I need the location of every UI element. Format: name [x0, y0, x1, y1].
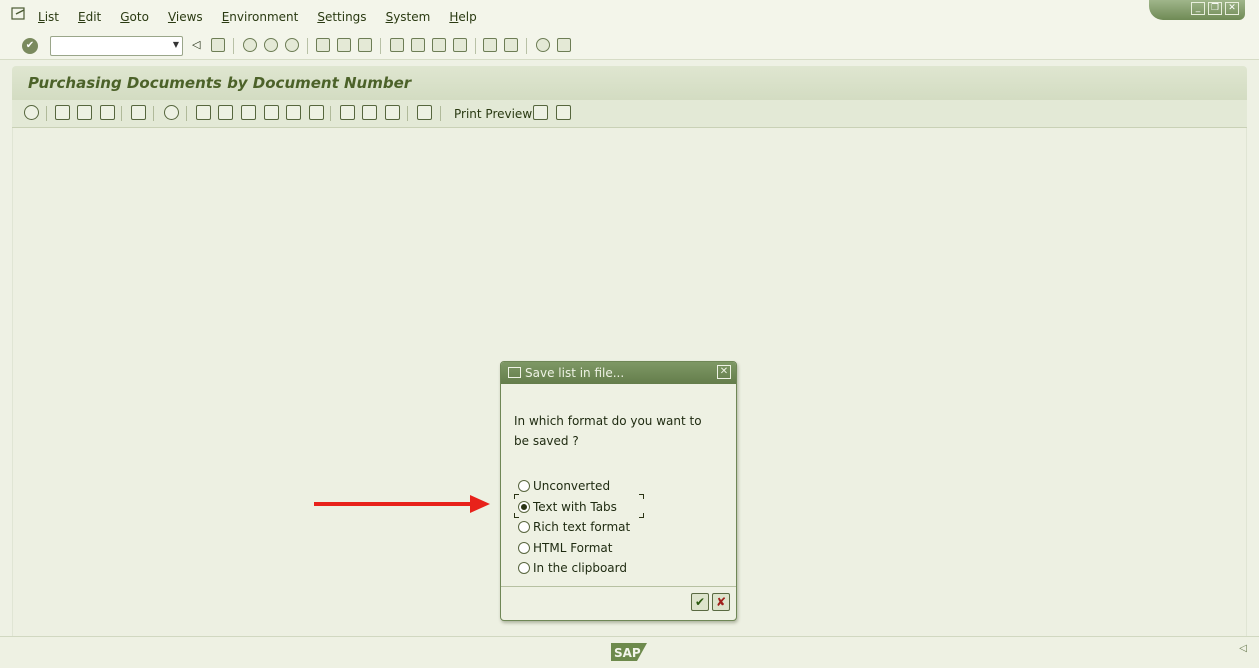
- radio-option-text-with-tabs[interactable]: Text with Tabs: [518, 497, 630, 518]
- layout-menu-icon[interactable]: [557, 38, 571, 52]
- page-title: Purchasing Documents by Document Number: [28, 74, 412, 92]
- sort-ascending-icon[interactable]: [55, 105, 70, 120]
- find-icon[interactable]: [337, 38, 351, 52]
- chevron-down-icon[interactable]: ▼: [173, 40, 179, 49]
- window-controls: _ ❐ ✕: [1149, 0, 1245, 20]
- dialog-window-icon: [508, 367, 521, 378]
- previous-page-icon[interactable]: [411, 38, 425, 52]
- radio-button[interactable]: [518, 541, 530, 554]
- minimize-icon[interactable]: _: [1191, 2, 1205, 15]
- radio-label[interactable]: Unconverted: [533, 479, 610, 493]
- radio-button[interactable]: [518, 562, 530, 575]
- system-menu-icon[interactable]: [11, 7, 27, 21]
- toolbar-separator: [475, 38, 476, 54]
- radio-label[interactable]: HTML Format: [533, 541, 613, 555]
- toolbar-separator: [440, 106, 441, 121]
- restore-icon[interactable]: ❐: [1208, 2, 1222, 15]
- radio-label[interactable]: Text with Tabs: [533, 500, 617, 514]
- menu-views[interactable]: Views: [168, 10, 203, 24]
- menu-items: List Edit Goto Views Environment Setting…: [38, 10, 496, 24]
- find-next-icon[interactable]: [358, 38, 372, 52]
- word-processing-icon[interactable]: [264, 105, 279, 120]
- toolbar-separator: [380, 38, 381, 54]
- export-icon[interactable]: [241, 105, 256, 120]
- radio-button[interactable]: [518, 521, 530, 534]
- toolbar-separator: [526, 38, 527, 54]
- filter-icon[interactable]: [100, 105, 115, 120]
- radio-button-selected[interactable]: [518, 500, 530, 513]
- local-file-icon[interactable]: [286, 105, 301, 120]
- next-page-icon[interactable]: [432, 38, 446, 52]
- status-toggle-icon[interactable]: ◁: [1239, 643, 1247, 654]
- format-radio-group: Unconverted Text with Tabs Rich text for…: [518, 476, 630, 579]
- display-detail-icon[interactable]: [24, 105, 39, 120]
- first-page-icon[interactable]: [390, 38, 404, 52]
- command-field[interactable]: ▼: [50, 36, 183, 56]
- sap-logo-text: SAP: [614, 646, 641, 660]
- toolbar-separator: [307, 38, 308, 54]
- toolbar-separator: [186, 106, 187, 121]
- menu-system[interactable]: System: [386, 10, 431, 24]
- print-icon[interactable]: [316, 38, 330, 52]
- sum-icon[interactable]: [131, 105, 146, 120]
- menu-edit[interactable]: Edit: [78, 10, 101, 24]
- create-session-icon[interactable]: [483, 38, 497, 52]
- radio-button[interactable]: [518, 480, 530, 493]
- radio-label[interactable]: Rich text format: [533, 520, 630, 534]
- radio-label[interactable]: In the clipboard: [533, 561, 627, 575]
- back-icon[interactable]: [243, 38, 257, 52]
- cancel-x-icon[interactable]: ✘: [712, 593, 730, 611]
- menu-goto[interactable]: Goto: [120, 10, 149, 24]
- checkmark-icon[interactable]: ✔: [691, 593, 709, 611]
- radio-option-rich-text[interactable]: Rich text format: [518, 517, 630, 538]
- toolbar-separator: [121, 106, 122, 121]
- spreadsheet-icon[interactable]: [533, 105, 548, 120]
- close-icon[interactable]: ✕: [717, 365, 731, 379]
- dialog-question: In which format do you want to be saved …: [514, 414, 702, 448]
- toolbar-separator: [407, 106, 408, 121]
- menu-bar: List Edit Goto Views Environment Setting…: [0, 0, 1259, 34]
- back-triangle-icon[interactable]: ◁: [192, 38, 206, 52]
- radio-option-html[interactable]: HTML Format: [518, 538, 630, 559]
- application-toolbar: Print Preview: [12, 100, 1247, 128]
- status-bar: SAP ◁: [0, 636, 1259, 668]
- toolbar-separator: [153, 106, 154, 121]
- last-page-icon[interactable]: [453, 38, 467, 52]
- dialog-divider: [501, 586, 736, 587]
- abc-analysis-icon[interactable]: [556, 105, 571, 120]
- close-window-icon[interactable]: ✕: [1225, 2, 1239, 15]
- red-arrow-icon: [314, 495, 490, 513]
- print-list-icon[interactable]: [196, 105, 211, 120]
- dialog-titlebar[interactable]: Save list in file... ✕: [501, 362, 736, 384]
- menu-environment[interactable]: Environment: [222, 10, 299, 24]
- menu-settings[interactable]: Settings: [317, 10, 366, 24]
- send-icon[interactable]: [218, 105, 233, 120]
- info-icon[interactable]: [417, 105, 432, 120]
- menu-help[interactable]: Help: [449, 10, 476, 24]
- sort-descending-icon[interactable]: [77, 105, 92, 120]
- menu-list[interactable]: List: [38, 10, 59, 24]
- shortcut-icon[interactable]: [504, 38, 518, 52]
- radio-option-clipboard[interactable]: In the clipboard: [518, 558, 630, 579]
- save-list-dialog: Save list in file... ✕ In which format d…: [500, 361, 737, 621]
- save-layout-icon[interactable]: [385, 105, 400, 120]
- refresh-icon[interactable]: [164, 105, 179, 120]
- toolbar-separator: [330, 106, 331, 121]
- help-icon[interactable]: [536, 38, 550, 52]
- print-preview-button[interactable]: Print Preview: [454, 107, 532, 121]
- enter-icon[interactable]: ✔: [22, 38, 38, 54]
- sap-logo: SAP: [611, 643, 647, 661]
- standard-toolbar: ✔ ▼ ◁: [0, 34, 1259, 60]
- select-layout-icon[interactable]: [362, 105, 377, 120]
- save-icon[interactable]: [211, 38, 225, 52]
- change-layout-icon[interactable]: [340, 105, 355, 120]
- exit-icon[interactable]: [264, 38, 278, 52]
- toolbar-separator: [233, 38, 234, 54]
- title-area: Purchasing Documents by Document Number: [12, 66, 1247, 100]
- toolbar-separator: [46, 106, 47, 121]
- dialog-title: Save list in file...: [525, 366, 625, 380]
- radio-option-unconverted[interactable]: Unconverted: [518, 476, 630, 497]
- graphic-icon[interactable]: [309, 105, 324, 120]
- cancel-icon[interactable]: [285, 38, 299, 52]
